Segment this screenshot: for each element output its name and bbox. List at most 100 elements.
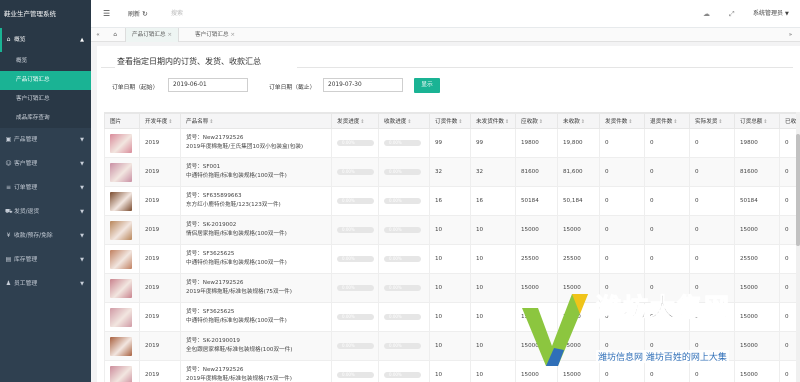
column-header[interactable]: 已收⇕ [779, 113, 796, 129]
image-cell [104, 215, 140, 245]
column-header[interactable]: 未发货件数⇕ [470, 113, 516, 129]
year-cell: 2019 [139, 360, 181, 382]
user-menu[interactable]: 系统管理员 ▼ [753, 0, 789, 28]
column-header[interactable]: 发货进度⇕ [331, 113, 379, 129]
sort-icon[interactable]: ⇕ [628, 119, 632, 125]
column-header[interactable]: 开发年度⇕ [139, 113, 181, 129]
product-code: 货号：SF3625625 [186, 251, 235, 257]
product-thumbnail[interactable] [110, 191, 132, 211]
home-tab-icon[interactable]: ⌂ [107, 28, 123, 42]
sort-icon[interactable]: ⇕ [407, 119, 411, 125]
sort-icon[interactable]: ⇕ [673, 119, 677, 125]
top-navbar: ☰ 刷新 ↻ 搜索 ☁ ⤢ 系统管理员 ▼ [91, 0, 800, 28]
unpaid-cell: 25500 [557, 244, 600, 274]
close-icon[interactable]: × [167, 32, 172, 38]
sidebar-subitem-2[interactable]: 客户订销汇总 [0, 90, 91, 109]
tab-product-summary[interactable]: 产品订销汇总 × [125, 28, 180, 42]
sort-icon[interactable]: ⇕ [360, 119, 364, 125]
table-row[interactable]: 2019 货号：SF3625625 中通特价拖鞋/标准包装规格(100双一件) 0.0… [104, 244, 796, 274]
refresh-button[interactable]: 刷新 ↻ [128, 0, 148, 28]
sidebar-subitem-1[interactable]: 产品订销汇总 [0, 71, 91, 90]
table-row[interactable]: 2019 货号：SF001 中通特价拖鞋/标准包装规格(100双一件) 0.00% 0.… [104, 157, 796, 187]
column-header[interactable]: 订货总额⇕ [734, 113, 780, 129]
product-thumbnail[interactable] [110, 365, 132, 382]
start-date-label: 订单日期（起始） [112, 85, 159, 91]
sidebar-item-7[interactable]: ♟ 员工管理 ▼ [0, 272, 91, 296]
sidebar-item-3[interactable]: ≡ 订单管理 ▼ [0, 176, 91, 200]
table-row[interactable]: 2019 货号：New21792526 2019年度棉拖鞋/王氏集团10双小包装盒(… [104, 128, 796, 158]
sort-icon[interactable]: ⇕ [168, 119, 172, 125]
tab-scroll-left-icon[interactable]: « [91, 28, 105, 42]
returned-cell: 0 [644, 215, 690, 245]
chevron-down-icon: ▼ [80, 137, 84, 143]
product-thumbnail[interactable] [110, 220, 132, 240]
column-header[interactable]: 订货件数⇕ [429, 113, 471, 129]
sidebar-item-4[interactable]: ⛟发货/退货 ▼ [0, 200, 91, 224]
search-input[interactable]: 搜索 [171, 0, 183, 28]
sidebar-item-0[interactable]: ⌂ 概览 ▲ [0, 28, 91, 52]
sidebar-item-5[interactable]: ¥ 收款/预存/免除 ▼ [0, 224, 91, 248]
sort-icon[interactable]: ⇕ [209, 119, 213, 125]
column-header[interactable]: 未收款⇕ [557, 113, 600, 129]
chevron-down-icon: ▼ [80, 233, 84, 239]
column-header[interactable]: 图片 [104, 113, 140, 129]
product-thumbnail[interactable] [110, 162, 132, 182]
end-date-input[interactable]: 2019-07-30 [323, 78, 403, 92]
column-header[interactable]: 发货件数⇕ [599, 113, 645, 129]
sort-icon[interactable]: ⇕ [581, 119, 585, 125]
sidebar-item-2[interactable]: ☺ 客户管理 ▼ [0, 152, 91, 176]
warehouse-icon: ▤ [5, 256, 12, 263]
column-header-label: 未发货件数 [476, 119, 504, 125]
column-header[interactable]: 应收款⇕ [515, 113, 558, 129]
total-cell: 50184 [734, 186, 780, 216]
tab-customer-summary[interactable]: 客户订销汇总 × [189, 28, 241, 42]
product-thumbnail[interactable] [110, 249, 132, 269]
pay-progress-cell: 0.00% [378, 215, 430, 245]
hamburger-icon[interactable]: ☰ [103, 0, 110, 28]
table-row[interactable]: 2019 货号：SF635899663 东方红小鹿特价拖鞋/123(123双一件) 0… [104, 186, 796, 216]
unpaid-cell: 15000 [557, 215, 600, 245]
sort-icon[interactable]: ⇕ [505, 119, 509, 125]
paid-cell: 0 [779, 128, 796, 158]
palette-icon[interactable]: ☁ [703, 0, 710, 28]
column-header[interactable]: 产品名称⇕ [180, 113, 332, 129]
column-header-label: 实际发货 [695, 119, 718, 125]
column-header-label: 图片 [110, 119, 122, 125]
sidebar-subitem-3[interactable]: 成品库存查询 [0, 109, 91, 128]
unshipped-cell: 16 [470, 186, 516, 216]
start-date-input[interactable]: 2019-06-01 [168, 78, 248, 92]
column-header[interactable]: 退货件数⇕ [644, 113, 690, 129]
product-thumbnail[interactable] [110, 133, 132, 153]
sort-icon[interactable]: ⇕ [539, 119, 543, 125]
close-icon[interactable]: × [230, 32, 235, 38]
product-name-cell: 货号：New21792526 2019年度棉拖鞋/标准包装规格(75双一件) [180, 360, 332, 382]
tab-scroll-right-icon[interactable]: » [781, 28, 800, 42]
show-button[interactable]: 显示 [414, 78, 440, 93]
table-row[interactable]: 2019 货号：SK-2019002 情侣居家拖鞋/标准包装规格(100双一件) 0.… [104, 215, 796, 245]
column-header[interactable]: 实际发货⇕ [689, 113, 735, 129]
ship-progress-cell: 0.00% [331, 215, 379, 245]
product-name-cell: 货号：SF3625625 中通特价拖鞋/标准包装规格(100双一件) [180, 302, 332, 332]
sort-icon[interactable]: ⇕ [458, 119, 462, 125]
unshipped-cell: 10 [470, 215, 516, 245]
progress-bar: 0.00% [337, 227, 374, 233]
page-legend: 查看指定日期内的订货、发货、收款汇总 [117, 57, 261, 66]
sort-icon[interactable]: ⇕ [763, 119, 767, 125]
sidebar-subitem-0[interactable]: 概览 [0, 52, 91, 71]
sort-icon[interactable]: ⇕ [718, 119, 722, 125]
refresh-label: 刷新 [128, 11, 141, 18]
truck-icon: ⛟ [5, 208, 13, 215]
total-cell: 25500 [734, 244, 780, 274]
product-thumbnail[interactable] [110, 336, 132, 356]
column-header[interactable]: 收款进度⇕ [378, 113, 430, 129]
ship-progress-cell: 0.00% [331, 360, 379, 382]
product-thumbnail[interactable] [110, 307, 132, 327]
product-name-cell: 货号：SF3625625 中通特价拖鞋/标准包装规格(100双一件) [180, 244, 332, 274]
product-thumbnail[interactable] [110, 278, 132, 298]
progress-bar: 0.00% [384, 285, 421, 291]
progress-bar: 0.00% [384, 140, 421, 146]
scrollbar-thumb[interactable] [796, 134, 800, 246]
fullscreen-icon[interactable]: ⤢ [729, 0, 735, 28]
sidebar-item-1[interactable]: ▣ 产品管理 ▼ [0, 128, 91, 152]
sidebar-item-6[interactable]: ▤ 库存管理 ▼ [0, 248, 91, 272]
